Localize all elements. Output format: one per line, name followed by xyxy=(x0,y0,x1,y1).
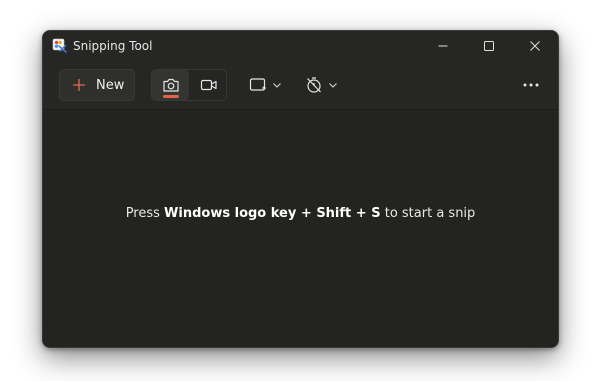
hint-separator-2: + xyxy=(351,206,372,221)
record-mode-button[interactable] xyxy=(190,70,227,100)
close-button[interactable] xyxy=(512,31,558,61)
maximize-button[interactable] xyxy=(466,31,512,61)
window-title: Snipping Tool xyxy=(73,39,153,53)
screenshot-mode-button[interactable] xyxy=(152,70,189,100)
hint-prefix: Press xyxy=(125,206,165,221)
snipping-tool-app-icon xyxy=(52,38,67,53)
new-button[interactable]: New xyxy=(59,69,135,101)
hint-key-shift: Shift xyxy=(316,206,352,221)
no-timer-icon xyxy=(306,77,321,93)
selected-mode-indicator xyxy=(163,95,179,98)
rectangle-snip-icon xyxy=(249,78,266,91)
close-icon xyxy=(530,41,540,51)
title-bar[interactable]: Snipping Tool xyxy=(43,31,558,61)
new-button-label: New xyxy=(96,78,125,93)
camera-icon xyxy=(162,78,179,92)
more-options-button[interactable] xyxy=(515,69,547,101)
hint-suffix: to start a snip xyxy=(380,206,476,221)
snipping-tool-window: Snipping Tool New Press Windows logo key… xyxy=(42,30,559,348)
more-icon xyxy=(523,83,539,87)
chevron-down-icon xyxy=(328,83,337,88)
plus-icon xyxy=(73,79,85,91)
video-icon xyxy=(200,79,217,91)
hint-separator-1: + xyxy=(296,206,317,221)
hint-key-windows: Windows logo key xyxy=(164,206,297,221)
snip-shape-dropdown[interactable] xyxy=(243,69,287,101)
hint-key-s: S xyxy=(371,206,381,221)
capture-mode-group xyxy=(151,69,227,101)
start-snip-hint: Press Windows logo key + Shift + S to st… xyxy=(43,206,558,221)
minimize-icon xyxy=(438,45,448,47)
toolbar: New xyxy=(43,61,558,110)
delay-dropdown[interactable] xyxy=(299,69,343,101)
main-content-area: Press Windows logo key + Shift + S to st… xyxy=(43,110,558,347)
maximize-icon xyxy=(484,41,494,51)
chevron-down-icon xyxy=(272,83,281,88)
minimize-button[interactable] xyxy=(420,31,466,61)
